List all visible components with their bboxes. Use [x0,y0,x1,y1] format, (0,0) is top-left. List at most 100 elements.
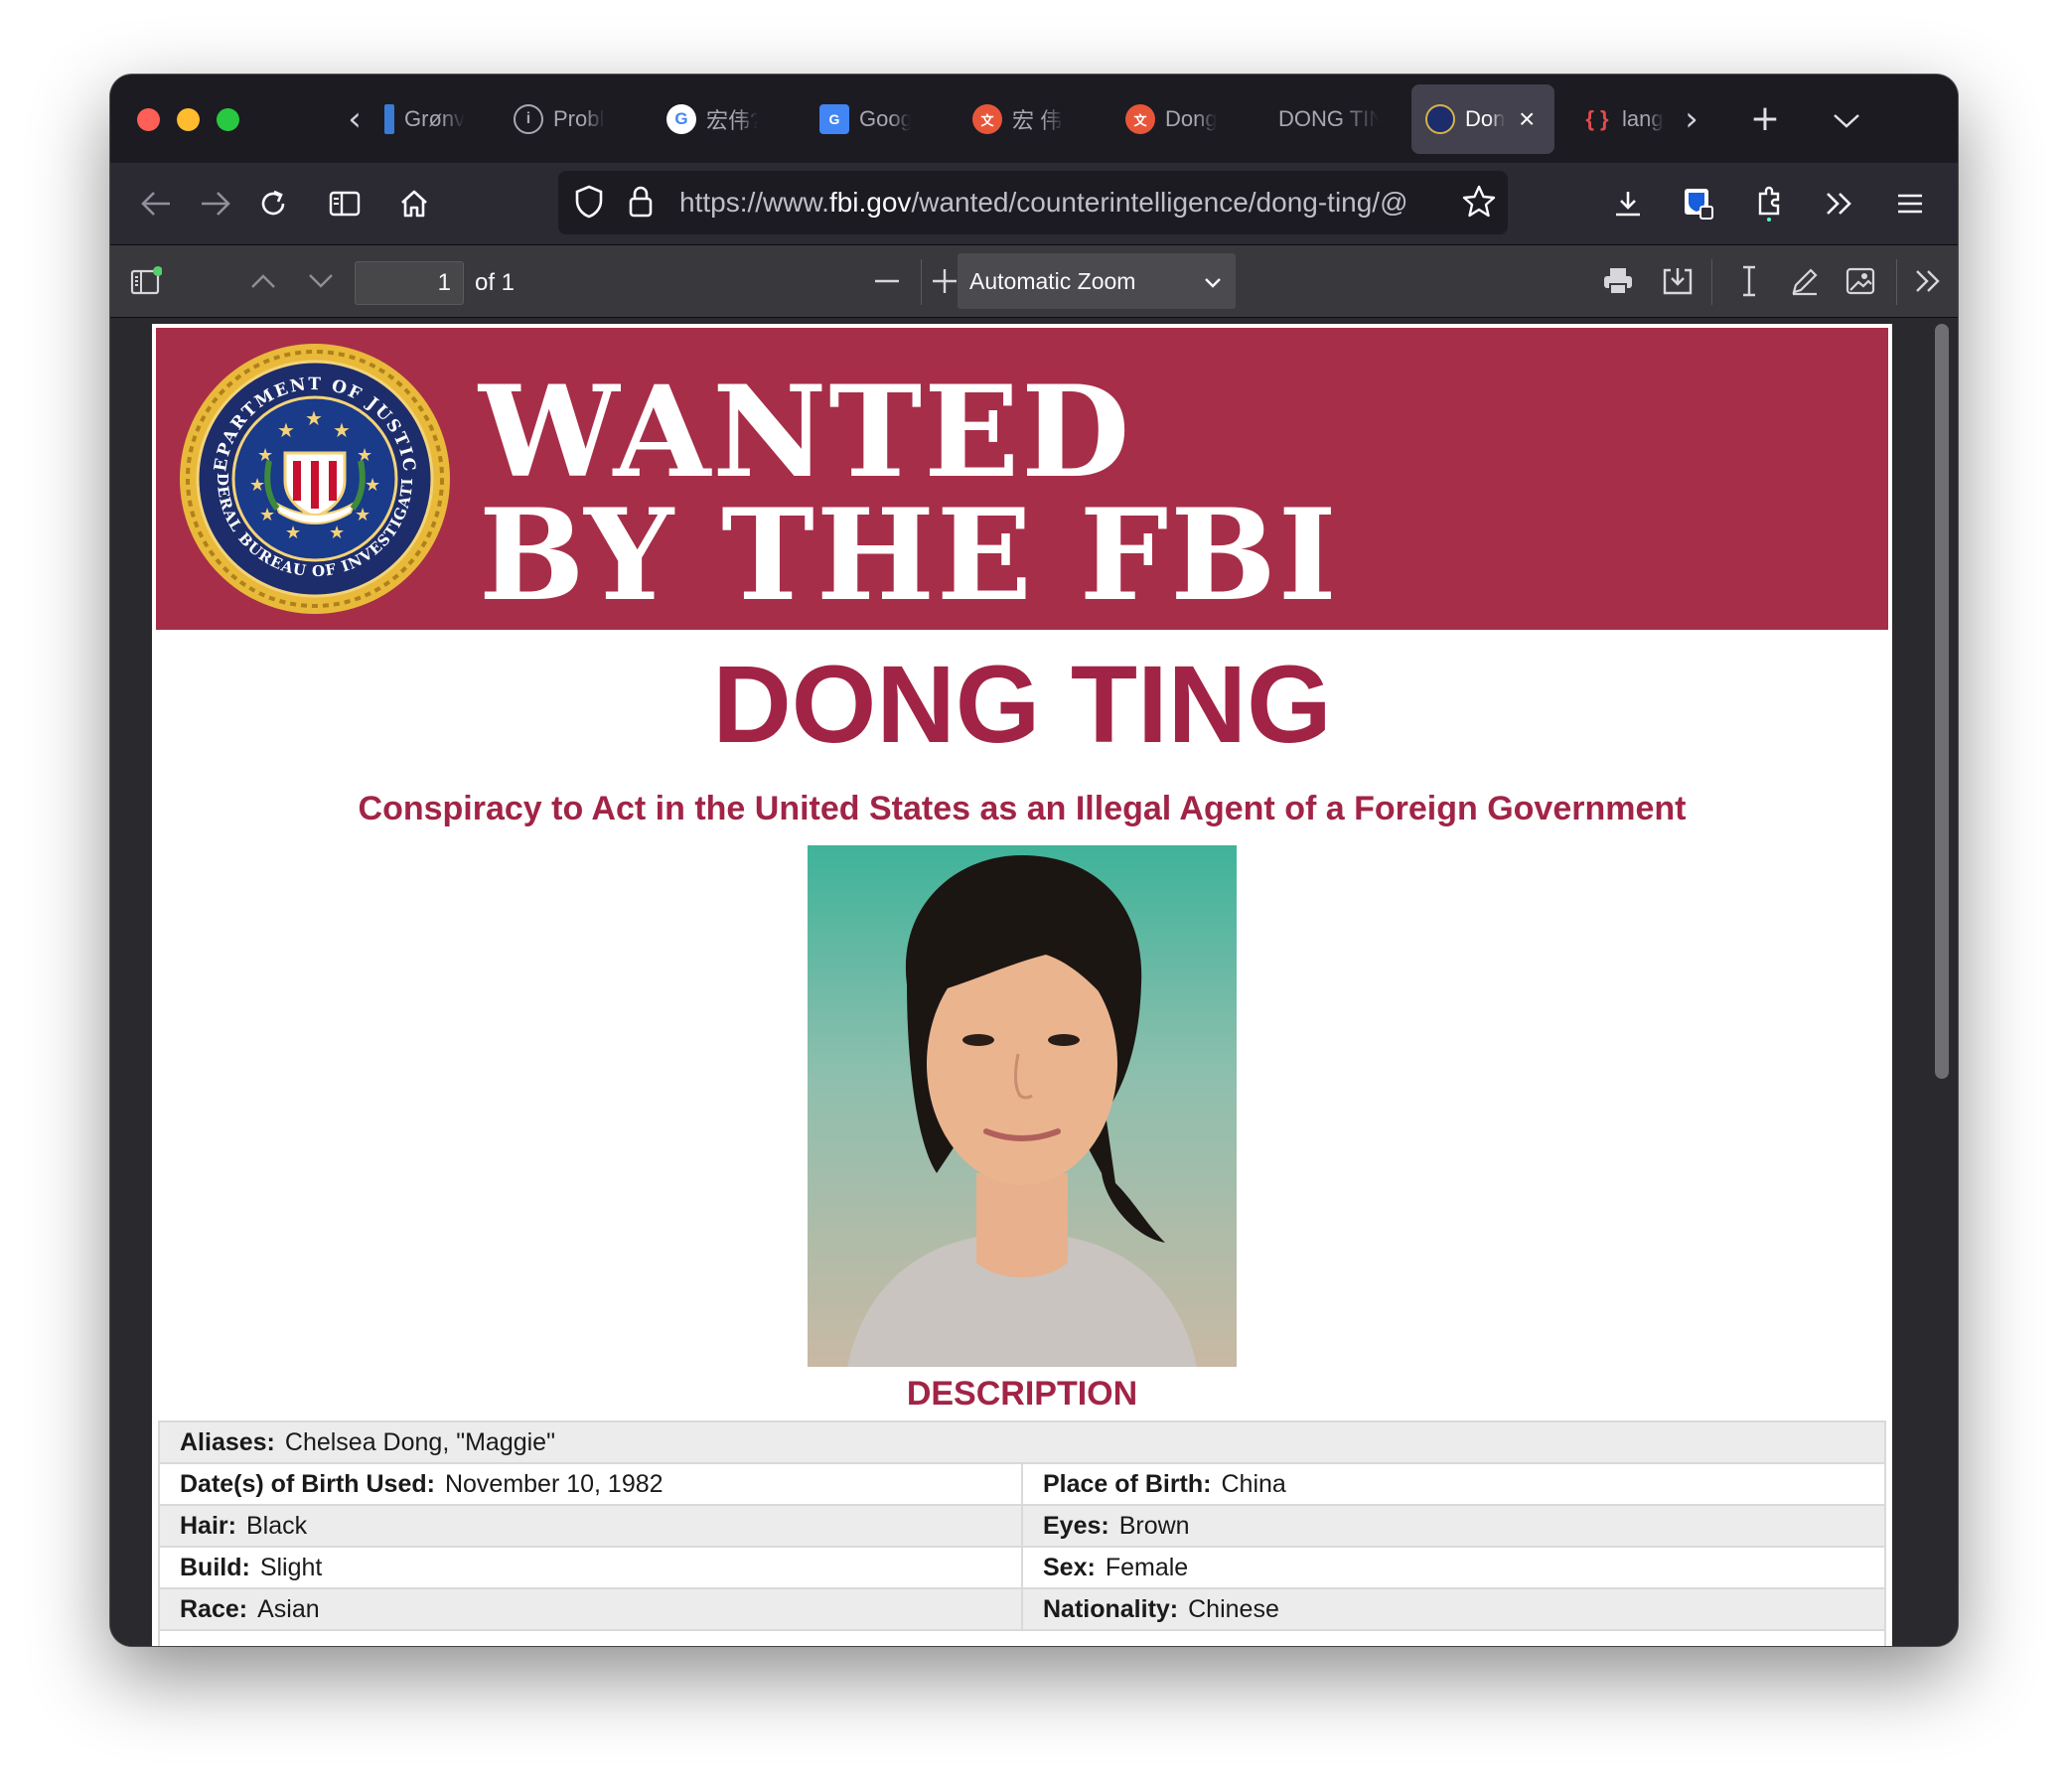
back-arrow-icon[interactable] [132,181,180,226]
hair-cell: Hair: Black [158,1504,1023,1548]
eyes-label: Eyes: [1043,1511,1109,1540]
save-download-icon[interactable] [1656,259,1699,303]
dob-label: Date(s) of Birth Used: [180,1469,435,1498]
new-tab-plus-icon[interactable]: + [1741,96,1789,142]
next-page-chevron-icon[interactable] [299,259,343,303]
list-all-tabs-chevron-icon[interactable] [1823,96,1870,142]
vertical-scrollbar[interactable] [1935,324,1949,1079]
text-cursor-icon[interactable] [1727,259,1771,303]
race-cell: Race: Asian [158,1587,1023,1631]
svg-text:★: ★ [249,475,265,495]
tab-label: Grønv [404,106,466,131]
reload-icon[interactable] [249,181,297,226]
close-window-button[interactable] [137,108,160,131]
url-text[interactable]: https://www.fbi.gov/wanted/counterintell… [679,171,1446,234]
hamburger-menu-icon[interactable] [1886,181,1934,226]
tab-google-search[interactable]: G 宏伟? [653,84,772,154]
bitwarden-shield-icon[interactable] [1675,181,1722,226]
minimize-window-button[interactable] [177,108,200,131]
tabs-scroll-right-button[interactable]: › [1674,96,1709,142]
tab-label: 宏伟? [706,108,758,133]
previous-page-chevron-icon[interactable] [241,259,285,303]
pdf-page: DEPARTMENT OF JUSTICE FEDERAL BUREAU OF … [152,324,1892,1646]
race-value: Asian [257,1594,320,1623]
tab-lang[interactable]: { } lang [1568,84,1678,154]
blue-bookmark-icon [384,104,394,134]
fbi-seal-logo: DEPARTMENT OF JUSTICE FEDERAL BUREAU OF … [178,342,450,614]
bookmark-star-icon[interactable] [1462,185,1496,224]
print-icon[interactable] [1596,259,1640,303]
url-host: fbi.gov [828,187,912,218]
tab-label: DONG TIN [1278,106,1380,131]
zoom-select-value: Automatic Zoom [969,268,1136,294]
browser-window: ‹ Grønv i Proble G 宏伟? G Googl 文 宏 伟? 文 … [110,75,1958,1646]
draw-pencil-icon[interactable] [1783,259,1827,303]
page-number-input[interactable]: 1 [355,261,464,305]
forward-arrow-icon[interactable] [192,181,239,226]
pob-cell: Place of Birth: China [1021,1462,1886,1506]
zoom-out-minus-icon[interactable] [865,259,909,303]
wanted-title-line-2: BY THE FBI [479,482,1339,629]
sidebar-toggle-icon[interactable] [321,181,369,226]
page-count-label: of 1 [475,269,516,296]
svg-text:★: ★ [277,420,295,442]
tab-google-translate[interactable]: G Googl [806,84,925,154]
toolbar-separator [1711,259,1712,305]
nationality-cell: Nationality: Chinese [1021,1587,1886,1631]
pdf-viewer[interactable]: DEPARTMENT OF JUSTICE FEDERAL BUREAU OF … [110,318,1958,1646]
svg-text:★: ★ [329,523,345,542]
zoom-select[interactable]: Automatic Zoom [958,253,1236,309]
tab-dong-ting[interactable]: DONG TIN [1264,84,1394,154]
lock-icon[interactable] [628,185,654,224]
home-icon[interactable] [390,181,438,226]
pob-label: Place of Birth: [1043,1469,1212,1498]
url-path: /wanted/counterintelligence/dong-ting/@ [911,187,1408,218]
extensions-puzzle-icon[interactable] [1745,181,1793,226]
tabs-scroll-left-button[interactable]: ‹ [337,96,372,142]
eyes-value: Brown [1118,1511,1190,1540]
tab-translate-1[interactable]: 文 宏 伟? [959,84,1078,154]
charge-text: Conspiracy to Act in the United States a… [358,790,1687,827]
sex-value: Female [1105,1553,1189,1581]
close-tab-icon[interactable]: × [1519,103,1535,135]
json-braces-icon: { } [1585,106,1609,131]
navigation-toolbar: https://www.fbi.gov/wanted/counterintell… [110,163,1958,244]
url-bar[interactable]: https://www.fbi.gov/wanted/counterintell… [558,171,1508,234]
google-icon: G [666,104,696,134]
toolbar-separator [1896,259,1897,305]
tab-translate-2[interactable]: 文 Dong [1111,84,1231,154]
svg-text:★: ★ [333,420,351,442]
tracking-protection-shield-icon[interactable] [574,185,604,224]
translate-icon: 文 [1125,104,1155,134]
description-table: Aliases: Chelsea Dong, "Maggie" Date(s) o… [158,1420,1886,1646]
nationality-label: Nationality: [1043,1594,1179,1623]
table-row: Aliases: Chelsea Dong, "Maggie" [158,1420,1886,1464]
aliases-cell: Aliases: Chelsea Dong, "Maggie" [158,1420,1886,1464]
table-row: Race: Asian Nationality: Chinese [158,1587,1886,1631]
nationality-value: Chinese [1188,1594,1279,1623]
build-label: Build: [180,1553,250,1581]
tab-gronv[interactable]: Grønv [370,84,490,154]
svg-text:★: ★ [365,475,380,495]
svg-text:★: ★ [285,523,301,542]
tab-fbi-active[interactable]: Don × [1411,84,1554,154]
table-row: Build: Slight Sex: Female [158,1546,1886,1589]
url-prefix: https://www. [679,187,829,218]
overflow-chevrons-icon[interactable] [1816,181,1863,226]
zoom-window-button[interactable] [217,108,239,131]
sidebar-toggle-icon[interactable] [124,259,168,303]
race-label: Race: [180,1594,248,1623]
table-row: Hair: Black Eyes: Brown [158,1504,1886,1548]
sex-cell: Sex: Female [1021,1546,1886,1589]
dob-cell: Date(s) of Birth Used: November 10, 1982 [158,1462,1023,1506]
wanted-banner: DEPARTMENT OF JUSTICE FEDERAL BUREAU OF … [156,328,1888,630]
table-row: Date(s) of Birth Used: November 10, 1982 … [158,1462,1886,1506]
build-cell: Build: Slight [158,1546,1023,1589]
chevron-down-icon [1204,253,1222,309]
add-image-icon[interactable] [1839,259,1882,303]
tools-overflow-chevrons-icon[interactable] [1906,259,1950,303]
downloads-icon[interactable] [1604,181,1652,226]
eyes-cell: Eyes: Brown [1021,1504,1886,1548]
fugitive-name: DONG TING [712,644,1332,766]
tab-proble[interactable]: i Proble [500,84,619,154]
